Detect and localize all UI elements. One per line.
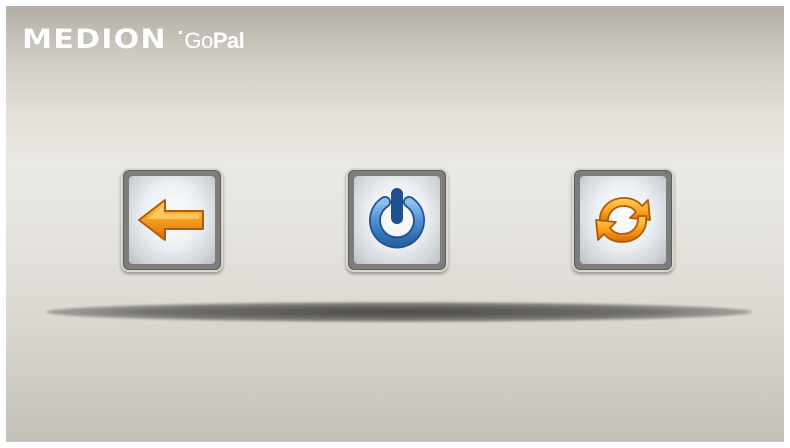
button-shelf-shadow [46,302,752,322]
logo-dot [179,31,183,34]
brand-logo: MEDION GoPal [22,24,245,55]
restart-button[interactable] [572,168,674,272]
product-name-bold: Pal [212,28,245,53]
screen: MEDION GoPal [6,6,784,442]
power-button[interactable] [346,168,448,272]
product-name-light: Go [184,28,213,53]
power-icon [369,188,425,249]
refresh-icon [595,197,651,243]
arrow-left-icon [138,199,204,241]
back-button[interactable] [121,168,223,272]
product-name: GoPal [184,28,244,54]
brand-name: MEDION [22,24,167,55]
